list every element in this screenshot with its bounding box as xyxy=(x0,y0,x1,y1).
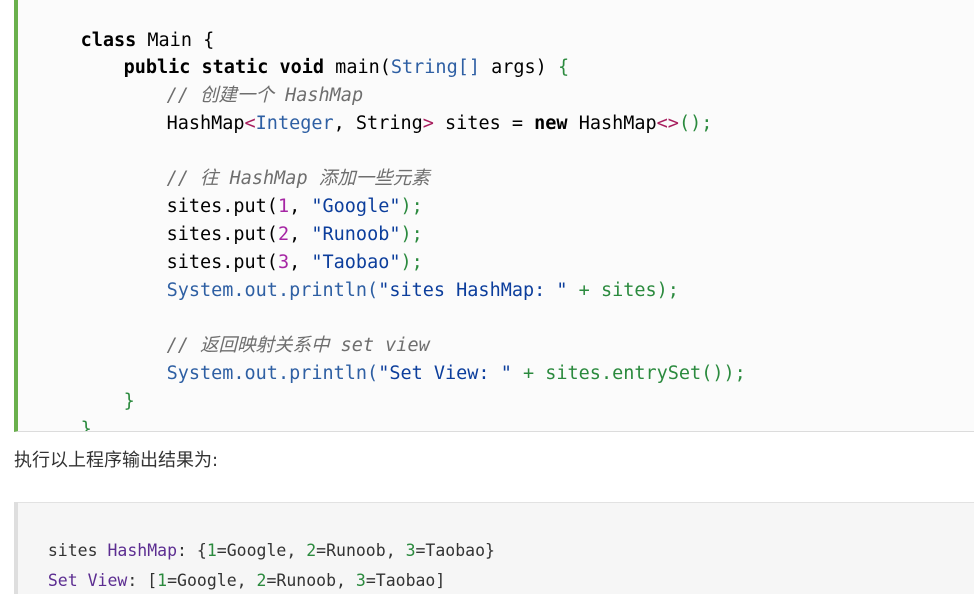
output-block-bar xyxy=(14,502,18,594)
output-sep: : xyxy=(127,571,148,590)
code-comment-setview: // 返回映射关系中 set view xyxy=(122,305,430,356)
brace: } xyxy=(123,391,135,412)
system-out-println: System.out.println( xyxy=(166,280,379,301)
output-key-number: 1 xyxy=(157,571,168,590)
println-args: + sites.entrySet()); xyxy=(511,363,746,384)
system-out-println: System.out.println( xyxy=(166,363,379,384)
brace-close: } xyxy=(485,541,495,560)
brace: { xyxy=(557,57,570,78)
output-line-setview: Set View: [1=Google, 2=Runoob, 3=Taobao] xyxy=(28,552,445,590)
diamond: <> xyxy=(656,113,679,134)
angle-close: > xyxy=(422,113,434,134)
string-literal: "Set View: " xyxy=(378,363,512,384)
println-args: + sites); xyxy=(567,280,679,301)
comma: , xyxy=(336,571,356,590)
comma: , xyxy=(333,113,356,134)
string-literal: "sites HashMap: " xyxy=(378,280,568,301)
type-hashmap: HashMap xyxy=(166,113,245,134)
output-value: =Google xyxy=(167,571,237,590)
code-block: class Main { public static void main(Str… xyxy=(14,0,974,432)
code-line-put: sites.put(2, "Runoob"); xyxy=(122,194,423,245)
angle-open: < xyxy=(244,113,256,134)
bracket-close: ] xyxy=(435,571,446,590)
code-line-close-class: } xyxy=(36,389,92,431)
code-comment-add: // 往 HashMap 添加一些元素 xyxy=(122,138,430,189)
code-line-class: class Main { xyxy=(36,0,215,51)
output-key-number: 2 xyxy=(256,571,267,590)
comma: , xyxy=(236,571,257,590)
code-line-put: sites.put(3, "Taobao"); xyxy=(122,222,423,273)
output-caption: 执行以上程序输出结果为: xyxy=(14,450,219,471)
code-line-put: sites.put(1, "Google"); xyxy=(122,166,423,217)
type-string-array: String[] xyxy=(390,57,480,78)
bracket-open: [ xyxy=(147,571,158,590)
code-line-declare: HashMap<Integer, String> sites = new Has… xyxy=(122,83,713,134)
type-integer: Integer xyxy=(255,113,334,134)
output-value: =Taobao xyxy=(365,571,436,590)
code-line-main: public static void main(String[] args) { xyxy=(79,27,570,78)
code-line-println-entryset: System.out.println("Set View: " + sites.… xyxy=(122,333,746,384)
keyword-new: new xyxy=(534,113,568,134)
type-string: String xyxy=(355,113,423,134)
code-line-println-map: System.out.println("sites HashMap: " + s… xyxy=(122,250,679,301)
output-key-number: 3 xyxy=(355,571,366,590)
type-hashmap: HashMap xyxy=(567,113,657,134)
args: args) xyxy=(479,57,558,78)
code-comment-create: // 创建一个 HashMap xyxy=(122,55,364,106)
output-key: View xyxy=(77,571,128,590)
assign: sites = xyxy=(433,113,535,134)
code-line-close-method: } xyxy=(79,361,135,412)
call-end: (); xyxy=(678,113,713,134)
brace: } xyxy=(80,419,92,432)
output-value: =Runoob xyxy=(266,571,337,590)
output-label: Set xyxy=(47,571,78,590)
